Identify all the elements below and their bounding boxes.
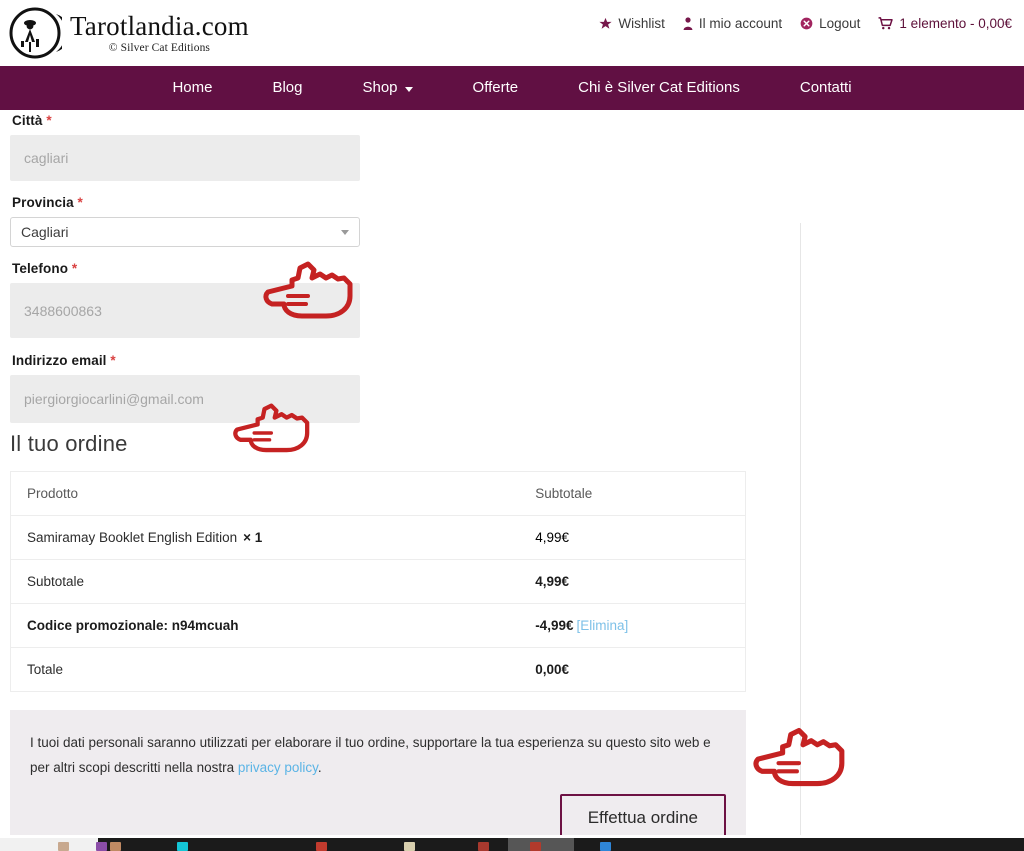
taskbar-left-segment xyxy=(0,838,98,851)
nav-label-chi-e: Chi è Silver Cat Editions xyxy=(578,79,740,96)
field-email: Indirizzo email * piergiorgiocarlini@gma… xyxy=(10,353,1024,423)
subtotal-label: Subtotale xyxy=(10,559,520,604)
required-mark: * xyxy=(71,261,78,276)
close-circle-icon xyxy=(800,17,813,30)
taskbar-icon-8[interactable] xyxy=(530,842,541,851)
wishlist-link[interactable]: Wishlist xyxy=(599,16,665,31)
label-telefono-text: Telefono xyxy=(12,261,69,276)
taskbar-icon-2[interactable] xyxy=(96,842,107,851)
nav-item-chi-e-silver-cat-editions[interactable]: Chi è Silver Cat Editions xyxy=(548,66,770,110)
account-label: Il mio account xyxy=(698,16,783,31)
nav-label-offerte: Offerte xyxy=(472,79,519,96)
taskbar-active-window xyxy=(508,838,574,851)
column-divider xyxy=(800,223,801,851)
main-navigation: Home Blog Shop Offerte Chi è Silver Cat … xyxy=(0,66,1024,110)
coupon-amount-cell: -4,99€ [Elimina] xyxy=(519,603,746,648)
taskbar-icon-1[interactable] xyxy=(58,842,69,851)
taskbar-icon-5[interactable] xyxy=(316,842,327,851)
taskbar-icon-3[interactable] xyxy=(110,842,121,851)
provincia-selected-value: Cagliari xyxy=(21,224,69,240)
label-telefono: Telefono * xyxy=(12,261,1024,276)
nav-item-shop[interactable]: Shop xyxy=(332,66,442,110)
label-citta: Città * xyxy=(12,113,1024,128)
site-brand[interactable]: Tarotlandia.com © Silver Cat Editions xyxy=(8,6,249,60)
telefono-input-value: 3488600863 xyxy=(24,302,102,319)
table-row: Codice promozionale: n94mcuah -4,99€ [Eli… xyxy=(10,603,746,648)
nav-label-home: Home xyxy=(172,79,213,96)
moon-witch-logo-icon xyxy=(8,6,62,60)
header-utility-links: Wishlist Il mio account Logout 1 element… xyxy=(599,16,1012,31)
privacy-notice-text: I tuoi dati personali saranno utilizzati… xyxy=(30,730,726,780)
account-link[interactable]: Il mio account xyxy=(683,16,782,31)
field-citta: Città * cagliari xyxy=(10,113,1024,181)
label-citta-text: Città xyxy=(12,113,43,128)
nav-item-offerte[interactable]: Offerte xyxy=(443,66,549,110)
table-row: Samiramay Booklet English Edition × 1 4,9… xyxy=(10,515,746,560)
table-row: Totale 0,00€ xyxy=(11,648,746,692)
taskbar-icon-7[interactable] xyxy=(478,842,489,851)
total-amount: 0,00€ xyxy=(535,662,569,677)
label-email-text: Indirizzo email xyxy=(12,353,107,368)
table-row: Subtotale 4,99€ xyxy=(10,559,746,604)
chevron-down-icon xyxy=(341,229,349,235)
label-provincia: Provincia * xyxy=(12,195,1024,210)
telefono-input[interactable]: 3488600863 xyxy=(10,283,360,338)
field-telefono: Telefono * 3488600863 xyxy=(10,261,1024,338)
required-mark: * xyxy=(77,195,83,210)
user-icon xyxy=(683,16,693,31)
wishlist-label: Wishlist xyxy=(618,16,665,31)
column-header-prodotto: Prodotto xyxy=(10,471,520,516)
nav-item-contatti[interactable]: Contatti xyxy=(770,66,882,110)
cart-icon xyxy=(878,17,894,30)
privacy-text-after: . xyxy=(317,760,322,775)
chevron-down-icon xyxy=(404,86,413,92)
star-icon xyxy=(599,17,612,30)
taskbar-icon-6[interactable] xyxy=(404,842,415,851)
taskbar-icon-9[interactable] xyxy=(600,842,611,851)
brand-subtitle: © Silver Cat Editions xyxy=(108,41,211,54)
nav-item-home[interactable]: Home xyxy=(142,66,242,110)
nav-label-contatti: Contatti xyxy=(799,79,852,96)
order-line-amount: 4,99€ xyxy=(519,515,746,560)
citta-input-value: cagliari xyxy=(24,150,69,166)
nav-label-blog: Blog xyxy=(272,79,303,96)
total-label: Totale xyxy=(27,662,64,677)
checkout-content: Città * cagliari Provincia * Cagliari Te… xyxy=(0,113,1024,851)
order-section-title: Il tuo ordine xyxy=(10,431,128,456)
label-email: Indirizzo email * xyxy=(12,353,1024,368)
nav-label-shop: Shop xyxy=(362,79,398,96)
subtotal-amount: 4,99€ xyxy=(519,559,746,604)
required-mark: * xyxy=(46,113,52,128)
coupon-label: Codice promozionale: n94mcuah xyxy=(10,603,520,648)
label-provincia-text: Provincia xyxy=(12,195,74,210)
logout-link[interactable]: Logout xyxy=(800,16,860,31)
email-input[interactable]: piergiorgiocarlini@gmail.com xyxy=(10,375,360,423)
product-qty: × 1 xyxy=(243,530,263,545)
table-header-row: Prodotto Subtotale xyxy=(10,471,746,516)
logout-label: Logout xyxy=(819,16,861,31)
cart-label: 1 elemento - 0,00€ xyxy=(899,16,1012,31)
coupon-remove-link[interactable]: [Elimina] xyxy=(576,618,628,633)
privacy-notice-box: I tuoi dati personali saranno utilizzati… xyxy=(10,710,746,851)
privacy-policy-link[interactable]: privacy policy xyxy=(238,760,318,775)
order-summary-table: Prodotto Subtotale Samiramay Booklet Eng… xyxy=(10,471,746,692)
page-root: Tarotlandia.com © Silver Cat Editions Wi… xyxy=(0,0,1024,851)
os-taskbar-strip xyxy=(0,835,1024,851)
provincia-select[interactable]: Cagliari xyxy=(10,217,360,247)
nav-item-blog[interactable]: Blog xyxy=(242,66,332,110)
taskbar-icon-4[interactable] xyxy=(177,842,188,851)
cart-link[interactable]: 1 elemento - 0,00€ xyxy=(878,16,1012,31)
brand-name: Tarotlandia.com xyxy=(70,11,249,42)
product-name: Samiramay Booklet English Edition xyxy=(27,530,238,545)
email-input-value: piergiorgiocarlini@gmail.com xyxy=(24,391,204,407)
column-header-subtotale: Subtotale xyxy=(519,471,746,516)
citta-input[interactable]: cagliari xyxy=(10,135,360,181)
required-mark: * xyxy=(110,353,116,368)
field-provincia: Provincia * Cagliari xyxy=(10,195,1024,247)
privacy-text-before: I tuoi dati personali saranno utilizzati… xyxy=(30,735,711,775)
coupon-amount: -4,99€ xyxy=(535,618,574,633)
order-line-product: Samiramay Booklet English Edition × 1 xyxy=(10,515,520,560)
site-header: Tarotlandia.com © Silver Cat Editions Wi… xyxy=(0,0,1024,66)
